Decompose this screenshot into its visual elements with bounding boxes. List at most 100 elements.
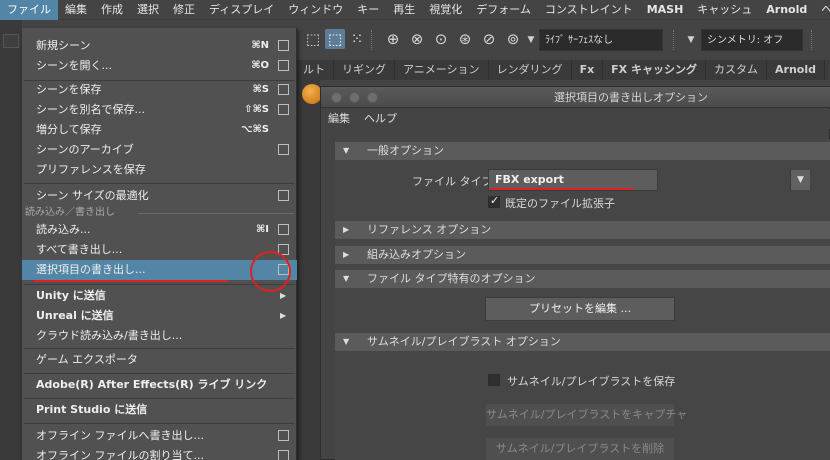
option-box-icon[interactable] (278, 84, 289, 95)
shelf-tab-fx[interactable]: Fx (571, 60, 604, 80)
edit-presets-button[interactable]: プリセットを編集 ... (485, 297, 675, 321)
symmetry-arrow-icon[interactable]: ▼ (685, 29, 697, 51)
select-hierarchy-icon[interactable]: ⁙ (347, 29, 367, 49)
dialog-titlebar[interactable]: 選択項目の書き出しオプション (321, 87, 830, 108)
option-box-icon[interactable] (278, 40, 289, 51)
menu-visualize[interactable]: 視覚化 (422, 0, 469, 20)
menu-item-save-scene-as[interactable]: シーンを別名で保存... ⇧⌘S (22, 100, 297, 120)
menu-item-label: 読み込み... (36, 223, 91, 236)
menu-item-label: シーンを別名で保存... (36, 103, 145, 116)
option-box-icon[interactable] (278, 104, 289, 115)
live-surface-field[interactable]: ﾗｲﾌﾞ ｻｰﾌｪｽなし (539, 29, 663, 51)
shelf-tab-rigging[interactable]: リギング (334, 60, 395, 80)
snap-view-icon[interactable]: ⊛ (455, 29, 475, 49)
panel-icon[interactable] (3, 34, 19, 48)
symmetry-field[interactable]: シンメトリ: オフ (701, 29, 803, 51)
frame-file-type-specific-options[interactable]: ▼ ファイル タイプ特有のオプション (335, 270, 830, 288)
menu-item-label: ゲーム エクスポータ (36, 353, 138, 366)
option-box-icon[interactable] (278, 144, 289, 155)
dropdown-arrow-icon[interactable]: ▼ (790, 170, 810, 190)
menu-item-export-offline-file[interactable]: オフライン ファイルへ書き出し... (22, 426, 297, 446)
menu-item-save-scene[interactable]: シーンを保存 ⌘S (22, 80, 297, 100)
default-extension-checkbox[interactable]: ✓ (488, 194, 500, 208)
menu-divider (24, 373, 295, 374)
collapsed-triangle-icon: ▶ (343, 250, 350, 259)
default-extension-label: 既定のファイル拡張子 (505, 197, 615, 210)
snap-curve-icon[interactable]: ⊗ (407, 29, 427, 49)
menu-item-game-exporter[interactable]: ゲーム エクスポータ (22, 350, 297, 370)
capture-thumbnail-button[interactable]: サムネイル/プレイブラストをキャプチャ (485, 403, 687, 427)
menu-help[interactable]: ヘルプ (814, 0, 830, 20)
select-by-component-icon[interactable]: ⬚ (325, 29, 345, 49)
shelf-tab-custom[interactable]: カスタム (706, 60, 767, 80)
menu-item-label: 選択項目の書き出し... (36, 263, 146, 276)
menu-file[interactable]: ファイル (0, 0, 58, 20)
frame-general-options[interactable]: ▼ 一般オプション (335, 142, 830, 160)
frame-reference-options[interactable]: ▶ リファレンス オプション (335, 221, 830, 239)
menu-divider (24, 183, 295, 184)
save-thumbnail-checkbox[interactable] (488, 374, 500, 386)
dialog-body: ▼ 一般オプション ファイル タイプ: FBX export ▼ ✓ 既定のファ… (335, 139, 830, 460)
frame-include-options[interactable]: ▶ 組み込みオプション (335, 246, 830, 264)
menu-key[interactable]: キー (350, 0, 386, 20)
menu-window[interactable]: ウィンドウ (281, 0, 350, 20)
menu-mash[interactable]: MASH (640, 0, 691, 20)
frame-label: 組み込みオプション (367, 248, 466, 261)
snap-plane-icon[interactable]: ⊚ (503, 29, 523, 49)
menu-item-increment-save[interactable]: 増分して保存 ⌥⌘S (22, 120, 297, 140)
option-box-icon[interactable] (278, 60, 289, 71)
option-box-icon[interactable] (278, 224, 289, 235)
menu-item-assign-offline-file[interactable]: オフライン ファイルの割り当て... (22, 446, 297, 460)
menu-arnold[interactable]: Arnold (759, 0, 814, 20)
menu-playback[interactable]: 再生 (386, 0, 422, 20)
snap-options-arrow-icon[interactable]: ▼ (525, 29, 537, 51)
menu-item-import[interactable]: 読み込み... ⌘I (22, 220, 297, 240)
menu-item-after-effects-link[interactable]: Adobe(R) After Effects(R) ライブ リンク (22, 375, 297, 395)
menu-display[interactable]: ディスプレイ (202, 0, 281, 20)
menu-item-label: プリファレンスを保存 (36, 163, 146, 176)
menu-item-optimize-scene-size[interactable]: シーン サイズの最適化 (22, 186, 297, 206)
menu-deform[interactable]: デフォーム (469, 0, 538, 20)
menu-item-open-scene[interactable]: シーンを開く... ⌘O (22, 56, 297, 76)
sphere-icon[interactable] (302, 84, 322, 104)
menu-item-save-preferences[interactable]: プリファレンスを保存 (22, 160, 297, 180)
option-box-icon[interactable] (278, 190, 289, 201)
shelf-tab-animation[interactable]: アニメーション (395, 60, 489, 80)
shelf-tab-arnold[interactable]: Arnold (767, 60, 825, 80)
shelf-tab-fx-caching[interactable]: FX キャッシング (603, 60, 706, 80)
menu-cache[interactable]: キャッシュ (690, 0, 759, 20)
frame-label: サムネイル/プレイブラスト オプション (367, 335, 561, 348)
menu-constrain[interactable]: コンストレイント (538, 0, 640, 20)
menu-item-label: 増分して保存 (36, 123, 102, 136)
menu-item-send-to-print-studio[interactable]: Print Studio に送信 (22, 400, 297, 420)
dialog-menu-edit[interactable]: 編集 (328, 109, 350, 129)
menu-item-cloud-import-export[interactable]: クラウド読み込み/書き出し... (22, 326, 297, 346)
menu-modify[interactable]: 修正 (166, 0, 202, 20)
frame-thumbnail-options[interactable]: ▼ サムネイル/プレイブラスト オプション (335, 333, 830, 351)
option-box-icon[interactable] (278, 450, 289, 460)
menu-item-label: オフライン ファイルへ書き出し... (36, 429, 204, 442)
menu-item-new-scene[interactable]: 新規シーン ⌘N (22, 36, 297, 56)
menu-item-label: シーンのアーカイブ (36, 143, 134, 156)
option-box-icon[interactable] (278, 430, 289, 441)
select-tool-icon[interactable]: ⬚ (303, 29, 323, 49)
menu-item-send-to-unreal[interactable]: Unreal に送信 ▶ (22, 306, 297, 326)
checkmark-icon: ✓ (490, 194, 500, 207)
frame-label: ファイル タイプ特有のオプション (367, 272, 536, 285)
snap-point-icon[interactable]: ⊙ (431, 29, 451, 49)
snap-live-icon[interactable]: ⊘ (479, 29, 499, 49)
expanded-triangle-icon: ▼ (343, 146, 350, 155)
shortcut-text: ⌘N (251, 40, 269, 51)
snap-grid-icon[interactable]: ⊕ (383, 29, 403, 49)
menu-create[interactable]: 作成 (94, 0, 130, 20)
menu-select[interactable]: 選択 (130, 0, 166, 20)
menu-item-archive-scene[interactable]: シーンのアーカイブ (22, 140, 297, 160)
delete-thumbnail-button[interactable]: サムネイル/プレイブラストを削除 (485, 437, 675, 460)
shelf-tab-result[interactable]: ルト (295, 60, 334, 80)
menu-item-send-to-unity[interactable]: Unity に送信 ▶ (22, 286, 297, 306)
menu-edit[interactable]: 編集 (58, 0, 94, 20)
shelf-tab-rendering[interactable]: レンダリング (488, 60, 572, 80)
file-menu-dropdown: 新規シーン ⌘N シーンを開く... ⌘O シーンを保存 ⌘S シーンを別名で保… (22, 28, 297, 460)
dialog-menu-help[interactable]: ヘルプ (364, 109, 397, 129)
file-type-label: ファイル タイプ: (412, 175, 497, 188)
